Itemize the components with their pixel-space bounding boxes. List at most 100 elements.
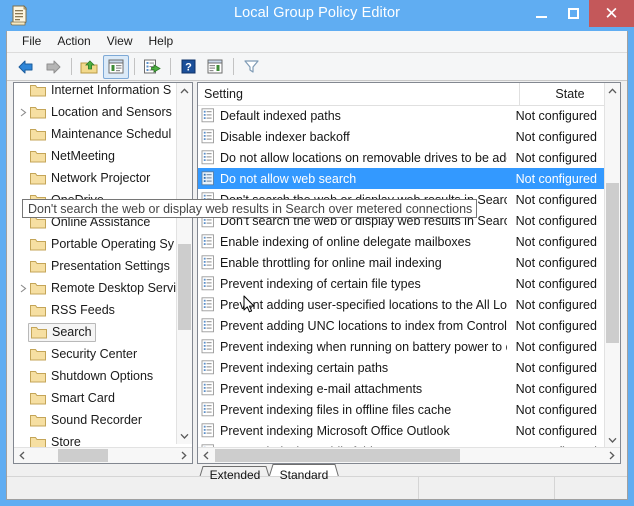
table-row[interactable]: Prevent indexing e-mail attachments Not … (198, 378, 604, 399)
tree-item-netmeeting[interactable]: NetMeeting (14, 145, 178, 167)
filter-button[interactable] (238, 55, 264, 79)
back-arrow-icon (18, 60, 33, 73)
setting-name: Prevent indexing of certain file types (220, 276, 421, 291)
chevron-left-icon (19, 451, 25, 460)
tree-vertical-scrollbar[interactable] (176, 83, 192, 444)
menu-action[interactable]: Action (49, 32, 98, 51)
policy-setting-icon (201, 318, 214, 333)
folder-icon (31, 327, 47, 339)
tree-hscrollbar-thumb[interactable] (58, 449, 108, 462)
table-row[interactable]: Prevent indexing of certain file types N… (198, 273, 604, 294)
table-row[interactable]: Enable indexing of online delegate mailb… (198, 231, 604, 252)
forward-button[interactable] (40, 55, 66, 79)
tree-item-label: Network Projector (51, 171, 151, 185)
scroll-down-arrow[interactable] (177, 428, 192, 444)
menu-help[interactable]: Help (141, 32, 182, 51)
list-scrollbar-thumb[interactable] (606, 183, 619, 343)
help-button[interactable]: ? (175, 55, 201, 79)
tree-item-label: Internet Information S (51, 83, 172, 97)
folder-icon (30, 261, 46, 273)
tree-list: Internet Information S Location and Sens… (14, 83, 178, 463)
tree-item-sound-recorder[interactable]: Sound Recorder (14, 409, 178, 431)
tree-item-maintenance-schedul[interactable]: Maintenance Schedul (14, 123, 178, 145)
tree-item-label: Search (52, 325, 92, 339)
table-row[interactable]: Prevent adding user-specified locations … (198, 294, 604, 315)
menu-bar: File Action View Help (7, 31, 627, 53)
toolbar-separator (233, 58, 234, 75)
close-icon: ✕ (604, 4, 619, 23)
tree-expander[interactable] (16, 108, 30, 117)
tree-item-smart-card[interactable]: Smart Card (14, 387, 178, 409)
list-vertical-scrollbar[interactable] (604, 83, 620, 448)
table-row[interactable]: Default indexed paths Not configured (198, 105, 604, 126)
scroll-right-arrow[interactable] (176, 448, 192, 463)
show-hide-action-pane-button[interactable] (202, 55, 228, 79)
tree-item-rss-feeds[interactable]: RSS Feeds (14, 299, 178, 321)
tree-item-remote-desktop-servi[interactable]: Remote Desktop Servi (14, 277, 178, 299)
scroll-down-arrow[interactable] (605, 432, 620, 448)
setting-state: Not configured (515, 234, 597, 249)
setting-state: Not configured (515, 150, 597, 165)
list-header: Setting State (198, 83, 620, 106)
table-row[interactable]: Prevent adding UNC locations to index fr… (198, 315, 604, 336)
table-row[interactable]: Enable throttling for online mail indexi… (198, 252, 604, 273)
setting-state: Not configured (515, 276, 597, 291)
scroll-left-arrow[interactable] (14, 448, 30, 463)
table-row[interactable]: Prevent indexing certain paths Not confi… (198, 357, 604, 378)
tree-item-presentation-settings[interactable]: Presentation Settings (14, 255, 178, 277)
chevron-down-icon (180, 433, 189, 439)
table-row[interactable]: Do not allow locations on removable driv… (198, 147, 604, 168)
tree-item-shutdown-options[interactable]: Shutdown Options (14, 365, 178, 387)
folder-icon (30, 415, 46, 427)
title-bar[interactable]: Local Group Policy Editor ✕ (0, 0, 634, 31)
setting-name: Prevent indexing certain paths (220, 360, 389, 375)
setting-name: Prevent indexing e-mail attachments (220, 381, 423, 396)
setting-state: Not configured (515, 339, 597, 354)
tab-label: Standard (279, 467, 329, 482)
setting-state: Not configured (515, 108, 597, 123)
maximize-button[interactable] (557, 0, 589, 27)
scroll-up-arrow[interactable] (605, 83, 620, 99)
tree-scrollbar-thumb[interactable] (178, 244, 191, 330)
tree-item-location-and-sensors[interactable]: Location and Sensors (14, 101, 178, 123)
table-row[interactable]: Prevent indexing when running on battery… (198, 336, 604, 357)
export-list-button[interactable] (139, 55, 165, 79)
table-row[interactable]: Prevent indexing Microsoft Office Outloo… (198, 420, 604, 441)
tree-item-network-projector[interactable]: Network Projector (14, 167, 178, 189)
show-hide-console-tree-button[interactable] (103, 54, 129, 79)
tree-item-internet-information-s[interactable]: Internet Information S (14, 83, 178, 101)
folder-icon (30, 151, 46, 163)
menu-view[interactable]: View (99, 32, 141, 51)
local-group-policy-editor-window: Local Group Policy Editor ✕ File Action … (0, 0, 634, 506)
tree-item-search[interactable]: Search (14, 321, 178, 343)
tree-horizontal-scrollbar[interactable] (14, 447, 192, 463)
table-row-selected[interactable]: Do not allow web search Not configured (198, 168, 604, 189)
maximize-icon (567, 8, 579, 19)
list-hscrollbar-thumb[interactable] (215, 449, 460, 462)
back-button[interactable] (13, 55, 39, 79)
setting-state: Not configured (515, 171, 597, 186)
folder-icon (30, 371, 46, 383)
setting-name: Do not allow web search (220, 171, 357, 186)
menu-file[interactable]: File (14, 32, 49, 51)
up-one-level-button[interactable] (76, 55, 102, 79)
table-row[interactable]: Prevent indexing files in offline files … (198, 399, 604, 420)
tree-item-portable-operating-sy[interactable]: Portable Operating Sy (14, 233, 178, 255)
tree-expander[interactable] (16, 284, 30, 293)
setting-name: Enable indexing of online delegate mailb… (220, 234, 471, 249)
scroll-right-arrow[interactable] (604, 448, 620, 463)
tree-item-security-center[interactable]: Security Center (14, 343, 178, 365)
close-button[interactable]: ✕ (589, 0, 634, 27)
column-header-setting[interactable]: Setting (198, 83, 520, 105)
window-controls: ✕ (525, 0, 634, 31)
table-row[interactable]: Disable indexer backoff Not configured (198, 126, 604, 147)
scroll-left-arrow[interactable] (198, 448, 214, 463)
folder-icon (30, 283, 46, 295)
setting-name: Do not allow locations on removable driv… (220, 150, 507, 165)
setting-tooltip: Don't search the web or display web resu… (22, 199, 478, 218)
console-tree-icon (108, 59, 124, 74)
scroll-up-arrow[interactable] (177, 83, 192, 99)
setting-name: Prevent indexing when running on battery… (220, 339, 507, 354)
minimize-button[interactable] (525, 0, 557, 27)
list-horizontal-scrollbar[interactable] (198, 447, 620, 463)
